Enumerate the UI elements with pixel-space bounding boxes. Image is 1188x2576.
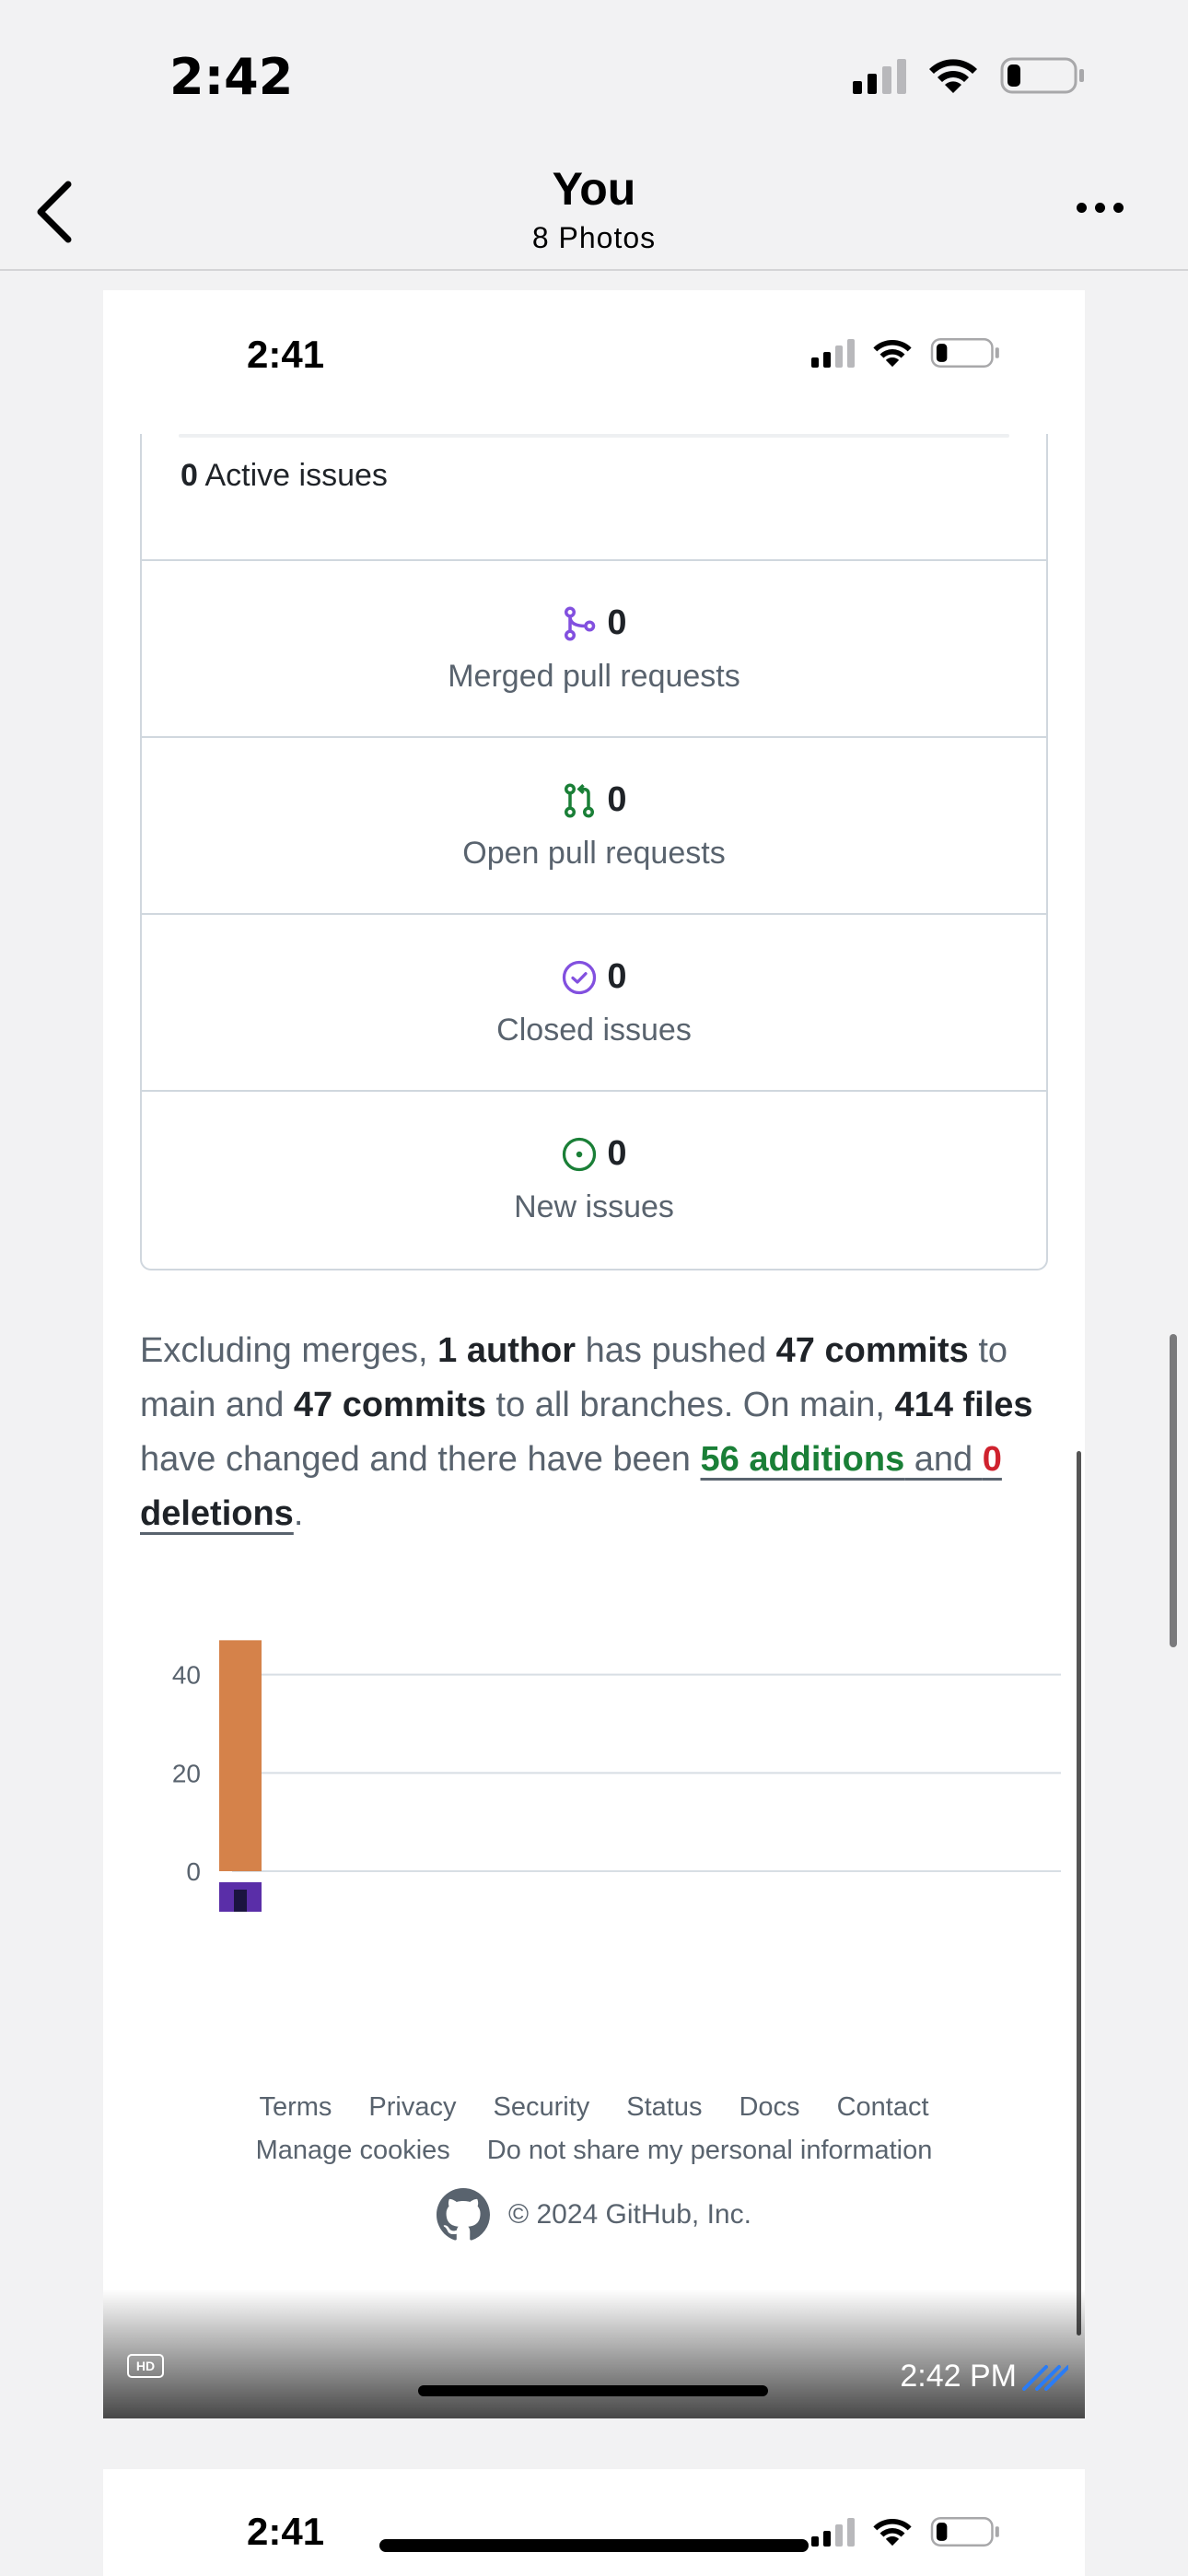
commit-bar[interactable] (219, 1640, 262, 1871)
inner-scrollbar (1077, 1451, 1081, 2336)
deletions-count: 0 (982, 1440, 1002, 1479)
photo-overlay-gradient (103, 2289, 1085, 2418)
next-status-icons (811, 2515, 1000, 2548)
summary-text: Excluding merges, (140, 1331, 438, 1370)
cellular-signal-icon (811, 338, 855, 368)
battery-icon (930, 2517, 999, 2547)
album-subtitle: 8 Photos (531, 221, 657, 254)
active-issues-label: Active issues (204, 458, 388, 493)
summary-text: to all branches. On main, (485, 1386, 895, 1424)
merged-pr-count: 0 (607, 603, 627, 642)
merged-pr-label: Merged pull requests (448, 659, 740, 694)
open-pr-icon (565, 782, 595, 818)
active-issues-count: 0 (181, 458, 198, 493)
album-title: You (552, 163, 636, 215)
cellular-signal-icon (811, 2517, 855, 2547)
more-options-icon[interactable] (1077, 203, 1124, 213)
pulse-stats-panel: 0 Active issues 0 Merged pull requests 0… (140, 434, 1048, 1270)
wifi-icon (873, 339, 912, 368)
deletions-label: deletions (140, 1494, 294, 1533)
closed-issue-icon (563, 960, 597, 994)
footer-link-terms[interactable]: Terms (259, 2092, 332, 2123)
footer-row-1: Terms Privacy Security Status Docs Conta… (103, 2092, 1085, 2123)
status-icons (853, 55, 1085, 96)
photos-nav-bar: You 8 Photos (0, 155, 1188, 271)
status-time: 2:42 (169, 48, 294, 106)
footer-link-manage-cookies[interactable]: Manage cookies (256, 2136, 450, 2166)
next-status-time: 2:41 (247, 2510, 325, 2553)
merged-pr-row[interactable]: 0 Merged pull requests (142, 559, 1046, 736)
footer-link-contact[interactable]: Contact (837, 2092, 929, 2123)
y-tick-label: 20 (172, 1759, 201, 1787)
open-pr-count: 0 (607, 780, 627, 819)
footer-link-status[interactable]: Status (626, 2092, 702, 2123)
inner-status-bar: 2:41 (103, 290, 1085, 438)
inner-status-time: 2:41 (247, 333, 325, 376)
footer-row-2: Manage cookies Do not share my personal … (103, 2136, 1085, 2166)
screenshot-photo[interactable]: 2:41 0 Active issues 0 Merged pull reque… (103, 290, 1085, 2418)
message-timestamp: 2:42 PM (900, 2359, 1017, 2394)
divider (179, 434, 1009, 438)
merged-pr-icon (565, 605, 596, 641)
footer-link-docs[interactable]: Docs (739, 2092, 799, 2123)
additions-count: 56 additions (700, 1440, 905, 1479)
new-issues-label: New issues (514, 1189, 674, 1224)
summary-text: has pushed (576, 1331, 776, 1370)
author-count: 1 author (437, 1331, 577, 1370)
open-pr-row[interactable]: 0 Open pull requests (142, 736, 1046, 913)
y-tick-label: 40 (172, 1661, 201, 1690)
commits-main-count: 47 commits (775, 1331, 969, 1370)
closed-issues-row[interactable]: 0 Closed issues (142, 913, 1046, 1090)
github-logo-icon[interactable] (437, 2188, 491, 2242)
new-issues-count: 0 (607, 1134, 627, 1173)
footer-link-privacy[interactable]: Privacy (368, 2092, 456, 2123)
active-issues: 0 Active issues (181, 458, 388, 494)
y-tick-label: 0 (186, 1857, 201, 1886)
footer-links: Terms Privacy Security Status Docs Conta… (103, 2092, 1085, 2179)
summary-text: . (293, 1494, 304, 1533)
home-indicator[interactable] (379, 2539, 809, 2552)
outer-status-bar: 2:42 (0, 0, 1188, 157)
author-avatar-figure (234, 1890, 247, 1912)
files-changed-count: 414 files (894, 1386, 1033, 1424)
copyright-text: © 2024 GitHub, Inc. (508, 2199, 751, 2230)
inner-home-indicator (418, 2385, 768, 2396)
summary-text: have changed and there have been (140, 1440, 701, 1479)
battery-icon (930, 338, 999, 368)
summary-text: and (904, 1440, 983, 1479)
commits-all-count: 47 commits (293, 1386, 486, 1424)
footer-link-security[interactable]: Security (494, 2092, 590, 2123)
cellular-signal-icon (853, 57, 906, 94)
read-receipt-icon (1022, 2365, 1068, 2391)
footer-link-do-not-share[interactable]: Do not share my personal information (487, 2136, 933, 2166)
commits-bar-chart: 0 20 40 (172, 1640, 1061, 1912)
wifi-icon (929, 59, 977, 93)
closed-issues-label: Closed issues (496, 1013, 692, 1048)
inner-status-icons (811, 336, 1000, 369)
next-screenshot-photo[interactable]: 2:41 (103, 2469, 1085, 2576)
commit-summary: Excluding merges, 1 author has pushed 47… (140, 1324, 1061, 1541)
new-issues-row[interactable]: 0 New issues (142, 1090, 1046, 1267)
wifi-icon (873, 2518, 912, 2547)
open-pr-label: Open pull requests (462, 836, 726, 871)
battery-icon (1000, 57, 1084, 94)
outer-scrollbar (1170, 1334, 1177, 1647)
new-issue-icon (563, 1137, 597, 1171)
closed-issues-count: 0 (607, 957, 627, 996)
hd-badge: HD (127, 2354, 164, 2378)
footer-copyright: © 2024 GitHub, Inc. (103, 2188, 1085, 2242)
